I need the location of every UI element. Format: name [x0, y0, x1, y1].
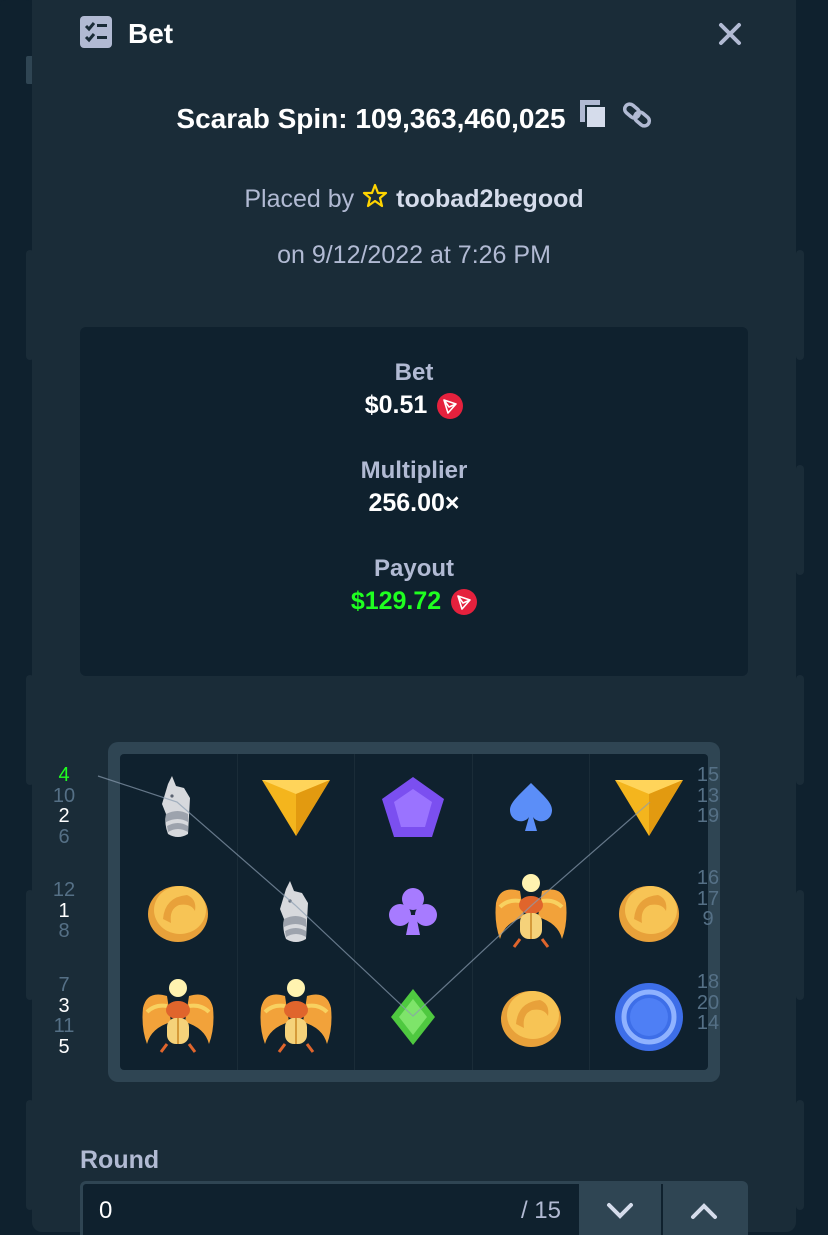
triangle-icon	[238, 754, 355, 859]
payout-value-row: $129.72	[80, 587, 748, 616]
payline-numbers-right: 16 17 9	[688, 868, 728, 930]
payline-number[interactable]: 11	[44, 1016, 84, 1037]
payline-number[interactable]: 13	[688, 785, 728, 807]
multiplier-value: 256.00×	[368, 489, 460, 517]
game-id: Scarab Spin: 109,363,460,025	[176, 102, 566, 134]
chevron-down-icon	[607, 1203, 633, 1219]
payline-number[interactable]: 9	[688, 909, 728, 930]
game-title: Scarab Spin: 109,363,460,025	[32, 100, 796, 137]
payline-number[interactable]: 3	[44, 995, 84, 1017]
reel-1	[120, 754, 238, 1070]
chevron-up-icon	[691, 1203, 717, 1219]
round-label: Round	[80, 1146, 160, 1174]
payline-number[interactable]: 1	[44, 900, 84, 922]
payline-number[interactable]: 14	[688, 1013, 728, 1034]
pentagon-icon	[355, 754, 472, 859]
payline-numbers-right: 15 13 19	[688, 765, 728, 827]
modal-header: Bet	[80, 14, 173, 54]
payline-number[interactable]: 18	[688, 972, 728, 993]
tron-icon	[451, 588, 478, 615]
link-icon[interactable]	[622, 100, 652, 137]
scarab-icon	[473, 859, 590, 964]
payout-value: $129.72	[350, 587, 442, 615]
payout-label: Payout	[373, 555, 454, 582]
reels-frame	[108, 742, 720, 1082]
tron-icon	[437, 392, 464, 419]
payline-number[interactable]: 17	[688, 888, 728, 910]
payline-number[interactable]: 5	[44, 1036, 84, 1058]
coin-icon	[473, 965, 590, 1070]
payline-numbers-left: 12 1 8	[44, 880, 84, 942]
multiplier-label: Multiplier	[360, 457, 468, 484]
payline-number[interactable]: 6	[44, 826, 84, 848]
round-value: 0	[99, 1197, 113, 1224]
payline-number[interactable]: 2	[44, 806, 84, 827]
payline-number[interactable]: 7	[44, 975, 84, 996]
checklist-icon	[80, 15, 112, 53]
reel-4	[473, 754, 591, 1070]
bet-value: $0.51	[364, 391, 428, 419]
bet-date: on 9/12/2022 at 7:26 PM	[277, 241, 551, 269]
modal-title: Bet	[128, 18, 174, 49]
diamond-icon	[355, 965, 472, 1070]
payline-numbers-left: 7 3 11 5	[44, 975, 84, 1057]
scarab-icon	[238, 965, 355, 1070]
stat-bet: Bet $0.51	[80, 359, 748, 420]
bet-label: Bet	[394, 359, 434, 386]
payline-numbers-left: 4 10 2 6	[44, 765, 84, 847]
payline-number[interactable]: 10	[44, 785, 84, 807]
round-input[interactable]: 0 / 15	[83, 1184, 577, 1235]
stat-payout: Payout $129.72	[80, 555, 748, 616]
round-control: 0 / 15	[80, 1181, 748, 1235]
payline-number[interactable]: 8	[44, 921, 84, 942]
placed-by-label: Placed by	[244, 185, 355, 213]
copy-icon[interactable]	[579, 100, 608, 137]
payline-number[interactable]: 12	[44, 880, 84, 901]
close-icon[interactable]	[716, 20, 744, 48]
scarab-icon	[120, 965, 237, 1070]
payline-number[interactable]: 4	[44, 765, 84, 786]
wolf-icon	[120, 754, 237, 859]
payline-numbers-right: 18 20 14	[688, 972, 728, 1034]
payline-number[interactable]: 19	[688, 806, 728, 827]
round-total: / 15	[520, 1197, 561, 1224]
coin-icon	[120, 859, 237, 964]
payline-number[interactable]: 16	[688, 868, 728, 889]
payline-number[interactable]: 15	[688, 765, 728, 786]
stat-multiplier: Multiplier 256.00×	[80, 457, 748, 518]
round-down-button[interactable]	[577, 1184, 661, 1235]
club-icon	[355, 859, 472, 964]
payline-number[interactable]: 20	[688, 992, 728, 1014]
bet-value-row: $0.51	[80, 391, 748, 420]
username-link[interactable]: toobad2begood	[396, 185, 583, 214]
star-icon	[362, 183, 388, 216]
round-up-button[interactable]	[661, 1184, 745, 1235]
reels-grid	[120, 754, 708, 1070]
wolf-icon	[238, 859, 355, 964]
placed-by: Placed by toobad2begood	[32, 183, 796, 216]
reel-2	[238, 754, 356, 1070]
bet-modal: Bet Scarab Spin: 109,363,460,025 Placed …	[32, 0, 796, 1235]
spade-icon	[473, 754, 590, 859]
stats-panel: Bet $0.51 Multiplier 256.00× Payout $129…	[80, 327, 748, 676]
reel-3	[355, 754, 473, 1070]
